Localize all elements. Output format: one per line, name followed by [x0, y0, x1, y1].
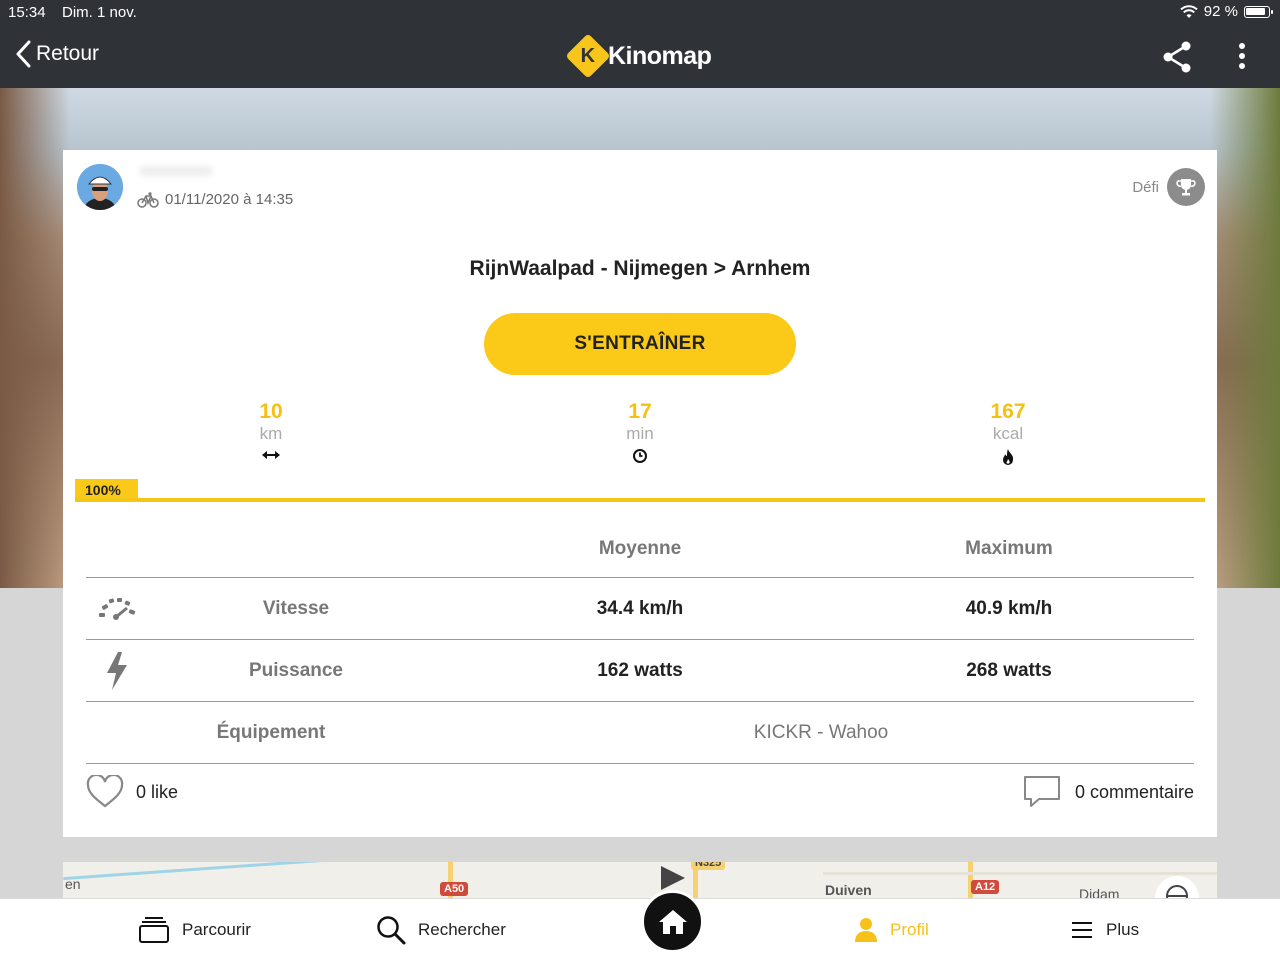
road-shield: N325: [691, 862, 726, 870]
logo-mark: K: [565, 33, 611, 79]
stat-duration-value: 17: [628, 400, 652, 423]
challenge-label: Défi: [1132, 178, 1159, 196]
stat-calories-value: 167: [990, 400, 1026, 423]
avatar-image: [77, 164, 123, 210]
power-average: 162 watts: [597, 659, 683, 681]
road-shield: A50: [440, 882, 469, 896]
tab-more-label: Plus: [1106, 920, 1140, 939]
map-water: [63, 862, 323, 881]
col-average: Moyenne: [598, 538, 682, 559]
comment-icon: [1023, 776, 1060, 807]
username-blurred: [139, 166, 213, 176]
col-maximum: Maximum: [965, 538, 1053, 559]
activity-datetime: 01/11/2020 à 14:35: [165, 191, 294, 208]
map-label: Didam: [1079, 886, 1120, 898]
status-date: Dim. 1 nov.: [62, 4, 137, 21]
battery-icon: [1244, 5, 1273, 18]
road-shield: A12: [971, 880, 1000, 894]
stat-duration-unit: min: [626, 424, 654, 443]
tab-profile[interactable]: Profil: [854, 899, 929, 960]
like-count: 0 like: [136, 781, 179, 802]
kinomap-logo: K Kinomap: [565, 33, 712, 79]
menu-icon: [1072, 922, 1092, 938]
tab-search[interactable]: Rechercher: [376, 899, 506, 960]
chevron-left-icon: [16, 40, 31, 68]
map-road: [823, 872, 1217, 875]
share-icon[interactable]: [1160, 40, 1194, 74]
bottom-tab-bar: Parcourir Rechercher Profil Plus: [0, 890, 1280, 960]
lightning-icon: [86, 640, 148, 701]
tab-more[interactable]: Plus: [1070, 899, 1139, 960]
map-label: en: [65, 876, 81, 892]
row-label-speed: Vitesse: [262, 597, 330, 619]
table-row-equipment: Équipement KICKR - Wahoo: [86, 702, 1194, 764]
flame-icon: [1003, 449, 1014, 465]
speed-average: 34.4 km/h: [596, 597, 684, 619]
power-maximum: 268 watts: [966, 659, 1052, 681]
trophy-icon: [1167, 168, 1205, 206]
equipment-value: KICKR - Wahoo: [753, 721, 889, 743]
home-icon: [658, 909, 687, 934]
route-title: RijnWaalpad - Nijmegen > Arnhem: [469, 257, 811, 280]
back-label: Retour: [36, 42, 100, 65]
map-layers-button[interactable]: [1155, 876, 1199, 898]
globe-icon: [1166, 885, 1188, 898]
avatar[interactable]: [77, 164, 123, 210]
route-map[interactable]: en Duiven Didam A50 A12 N325: [63, 862, 1217, 898]
tab-browse-label: Parcourir: [182, 920, 251, 939]
equipment-label: Équipement: [216, 721, 326, 743]
row-label-power: Puissance: [249, 659, 343, 681]
map-label: Duiven: [825, 882, 872, 898]
challenge-button[interactable]: Défi: [1132, 168, 1205, 206]
more-options-icon[interactable]: [1230, 42, 1254, 72]
home-button[interactable]: [641, 890, 704, 953]
tab-browse[interactable]: Parcourir: [138, 899, 251, 960]
tab-profile-label: Profil: [890, 920, 929, 939]
bike-icon: [137, 191, 159, 208]
activity-meta: 01/11/2020 à 14:35: [137, 191, 293, 208]
speedometer-icon: [86, 578, 148, 639]
wifi-icon: [1180, 4, 1198, 18]
cards-stack-icon: [139, 917, 169, 943]
back-button[interactable]: Retour: [14, 40, 99, 68]
table-header: Moyenne Maximum: [86, 521, 1194, 578]
stat-distance-value: 10: [259, 400, 283, 423]
speed-maximum: 40.9 km/h: [965, 597, 1053, 619]
clock-icon: [633, 449, 647, 463]
stat-calories-unit: kcal: [992, 424, 1024, 443]
social-bar: 0 like 0 commentaire: [86, 775, 1194, 819]
table-row-power: Puissance 162 watts 268 watts: [86, 640, 1194, 702]
stats-table: Moyenne Maximum Vitesse 34.4 km/h 40.9 k…: [86, 521, 1194, 764]
activity-card: 01/11/2020 à 14:35 Défi RijnWaalpad - Ni…: [63, 150, 1217, 837]
stat-duration: 17 min: [580, 400, 700, 464]
progress-bar: [75, 498, 1205, 502]
table-row-speed: Vitesse 34.4 km/h 40.9 km/h: [86, 578, 1194, 640]
train-button[interactable]: S'ENTRAÎNER: [484, 313, 796, 375]
battery-percent: 92 %: [1203, 3, 1238, 20]
play-icon[interactable]: [655, 864, 689, 892]
distance-arrows-icon: [262, 451, 280, 459]
stat-distance-unit: km: [259, 424, 283, 443]
logo-text: Kinomap: [608, 41, 712, 70]
stat-calories: 167 kcal: [948, 400, 1068, 466]
search-icon: [377, 916, 406, 945]
comment-count: 0 commentaire: [1074, 781, 1194, 802]
status-indicators: 92 %: [1180, 3, 1273, 20]
user-icon: [855, 918, 877, 942]
top-bar: 15:34 Dim. 1 nov. 92 % Retour K Kinomap: [0, 0, 1280, 88]
comment-button[interactable]: 0 commentaire: [1023, 775, 1194, 809]
like-button[interactable]: 0 like: [86, 775, 178, 809]
stat-distance: 10 km: [211, 400, 331, 462]
tab-search-label: Rechercher: [418, 920, 506, 939]
status-time: 15:34: [8, 4, 46, 21]
heart-icon: [86, 775, 124, 808]
